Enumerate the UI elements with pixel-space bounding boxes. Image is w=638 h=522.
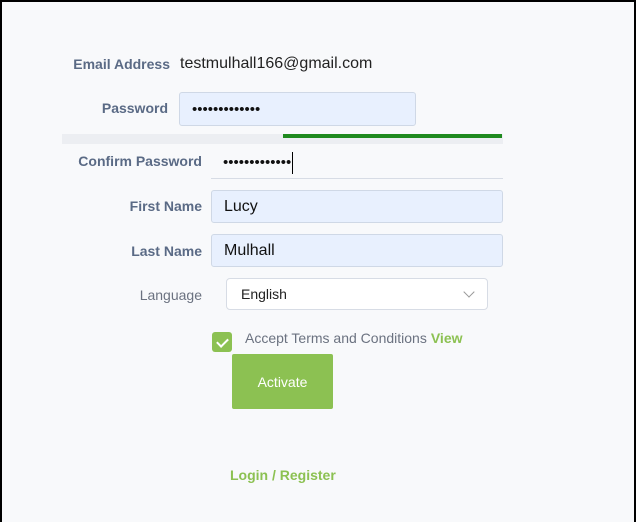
language-value: English: [241, 286, 287, 302]
chevron-down-icon: [463, 286, 475, 298]
terms-checkbox[interactable]: [212, 332, 232, 352]
confirm-password-value: •••••••••••••: [223, 154, 292, 171]
password-value: •••••••••••••: [192, 100, 261, 118]
first-name-field[interactable]: Lucy: [211, 190, 503, 223]
last-name-field[interactable]: Mulhall: [211, 234, 503, 267]
email-label: Email Address: [73, 56, 170, 72]
activate-button[interactable]: Activate: [232, 354, 333, 409]
password-strength-bar: [62, 134, 503, 144]
confirm-password-field[interactable]: •••••••••••••: [211, 147, 503, 179]
confirm-password-label: Confirm Password: [78, 153, 202, 169]
last-name-label: Last Name: [131, 243, 202, 259]
login-register-link[interactable]: Login / Register: [230, 467, 336, 483]
text-caret: [292, 151, 294, 174]
password-field[interactable]: •••••••••••••: [179, 92, 416, 126]
password-label: Password: [101, 100, 168, 116]
email-value: testmulhall166@gmail.com: [180, 55, 373, 72]
terms-text: Accept Terms and Conditions View: [245, 330, 463, 346]
first-name-value: Lucy: [224, 197, 258, 215]
password-strength-fill: [282, 134, 502, 138]
terms-view-link[interactable]: View: [431, 330, 463, 346]
language-select[interactable]: English: [226, 278, 488, 310]
last-name-value: Mulhall: [224, 241, 275, 259]
first-name-label: First Name: [129, 198, 202, 214]
language-label: Language: [139, 287, 202, 303]
signup-panel: Email Address testmulhall166@gmail.com P…: [0, 0, 636, 522]
checkmark-icon: [215, 334, 229, 348]
terms-label: Accept Terms and Conditions: [245, 330, 427, 346]
